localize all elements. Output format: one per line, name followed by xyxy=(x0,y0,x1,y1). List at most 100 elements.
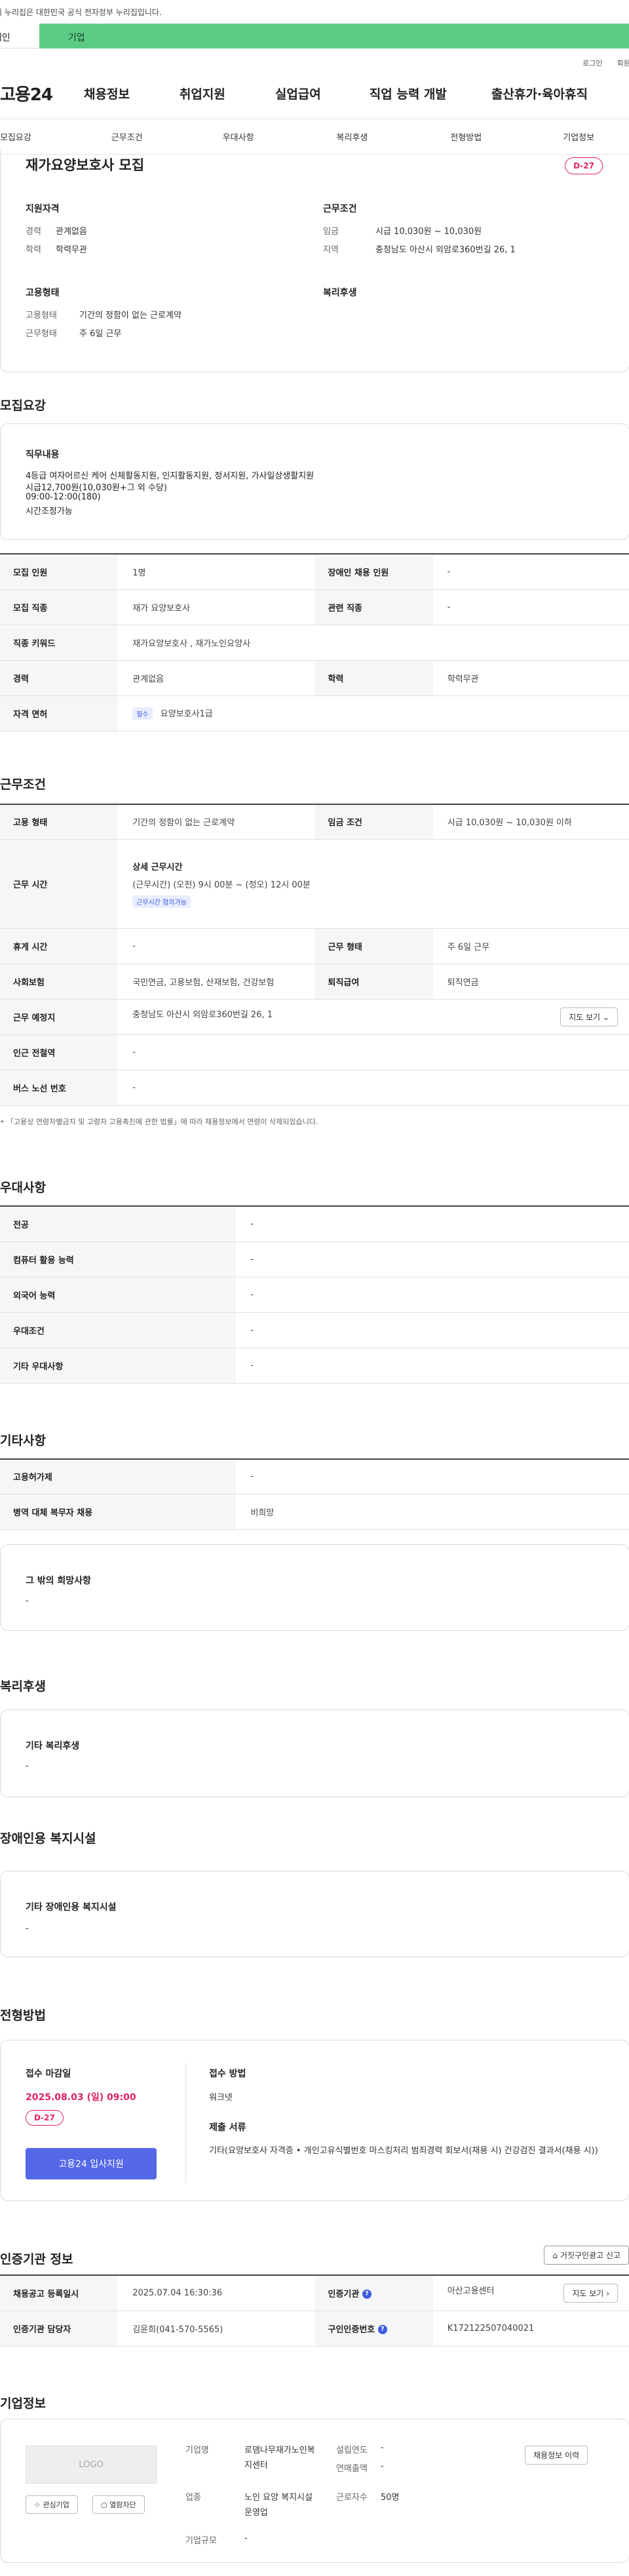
cell-label: 인증기관 담당자 xyxy=(0,2311,119,2347)
block-view-button[interactable]: ○ 열람차단 xyxy=(92,2495,145,2514)
agency-heading: 인증기관 정보 xyxy=(0,2252,73,2267)
cell-label: 버스 노선 번호 xyxy=(0,1070,119,1106)
cell-label: 컴퓨터 활용 능력 xyxy=(0,1241,237,1278)
table-row: 기타 우대사항 - xyxy=(0,1348,629,1384)
sales-value: - xyxy=(381,2461,384,2471)
cell-label: 경력 xyxy=(0,660,119,696)
subnav-selection[interactable]: 전형방법 xyxy=(450,130,482,143)
table-row: 인증기관 담당자 김윤희(041-570-5565) 구인인증번호 ? K172122… xyxy=(0,2311,629,2347)
subnav-preference[interactable]: 우대사항 xyxy=(223,130,254,143)
info-icon[interactable]: ? xyxy=(377,2325,387,2334)
recruit-table: 모집 인원 1명 장애인 채용 인원 - 모집 직종 재가 요양보호사 관련 직종 - 직종… xyxy=(0,553,629,732)
table-row: 휴게 시간 - 근무 형태 주 6일 근무 xyxy=(0,928,629,964)
nav-employment-support[interactable]: 취업지원 xyxy=(180,85,225,102)
cell-label: 자격 면허 xyxy=(0,695,119,732)
cell-value: 2025.07.04 16:30:36 xyxy=(118,2274,315,2311)
subnav-recruit[interactable]: 모집요강 xyxy=(0,130,31,143)
table-row: 컴퓨터 활용 능력 - xyxy=(0,1241,629,1278)
cell-value: 1명 xyxy=(118,553,315,590)
company-logo-text: LOGO xyxy=(79,2459,104,2470)
subnav-welfare[interactable]: 복리후생 xyxy=(337,130,368,143)
info-icon[interactable]: ? xyxy=(362,2290,372,2299)
conditions-table: 고용 형태 기간의 정함이 없는 근로계약 임금 조건 시급 10,030원 ~ 10… xyxy=(0,803,629,1106)
edu-value: 학력무관 xyxy=(56,245,87,255)
cell-value: 기간의 정함이 없는 근로계약 xyxy=(118,803,315,840)
table-row: 인근 전철역 - xyxy=(0,1034,629,1070)
pref-table: 전공 - 컴퓨터 활용 능력 - 외국어 능력 - 우대조건 - 기타 우대사항 - xyxy=(0,1205,629,1384)
history-button[interactable]: 채용정보 이력 xyxy=(525,2445,588,2465)
cell-value: - xyxy=(236,1458,629,1494)
cell-value: 비희망 xyxy=(236,1494,629,1530)
cell-label: 고용허가제 xyxy=(0,1458,237,1494)
fav-company-button[interactable]: ☆ 관심기업 xyxy=(26,2495,78,2514)
industry-value: 노인 요양 복지시설 운영업 xyxy=(244,2492,313,2518)
recruit-heading: 모집요강 xyxy=(0,399,46,413)
company-logo: LOGO xyxy=(26,2445,157,2484)
welfare-section-heading: 복리후생 xyxy=(0,1679,46,1694)
employees-label: 근로자수 xyxy=(336,2492,368,2503)
sales-label: 연매출액 xyxy=(336,2463,368,2474)
company-name-value: 로뎀나무재가노인복지센터 xyxy=(244,2445,315,2470)
subnav-company[interactable]: 기업정보 xyxy=(563,130,594,143)
selection-heading: 전형방법 xyxy=(0,2008,46,2023)
block-label: 열람차단 xyxy=(109,2500,136,2509)
duty-line-2: 시급12,700원(10,030원+그 외 수당) xyxy=(26,483,167,493)
cell-value: 재가 요양보호사 xyxy=(118,589,315,625)
cell-label: 임금 조건 xyxy=(314,803,433,840)
docs-label: 제출 서류 xyxy=(209,2122,246,2133)
user-type-tabs: 개인 기업 xyxy=(0,24,629,49)
tab-personal[interactable]: 개인 xyxy=(0,24,39,49)
other-wish-value: - xyxy=(26,1596,29,1606)
logo[interactable]: 고용24 xyxy=(0,81,84,106)
chevron-down-icon: ⌄ xyxy=(602,1013,609,1022)
org-cell: 아산고용센터 지도 보기 › xyxy=(432,2274,629,2311)
conditions-heading-wrap: 근무조건 xyxy=(0,732,629,804)
table-row: 근무 시간 상세 근무시간 (근무시간) (오전) 9시 00분 ~ (정오) … xyxy=(0,839,629,929)
map-button[interactable]: 지도 보기 ⌄ xyxy=(560,1007,618,1026)
nav-leave[interactable]: 출산휴가·육아휴직 xyxy=(491,85,588,102)
agency-map-button[interactable]: 지도 보기 › xyxy=(563,2283,618,2303)
no-label-cell: 구인인증번호 ? xyxy=(314,2311,433,2347)
cell-value: - xyxy=(118,1070,629,1106)
gov-notice-text: 이 누리집은 대한민국 공식 전자정부 누리집입니다. xyxy=(0,8,162,17)
tab-personal-label: 개인 xyxy=(0,33,10,43)
welfare-heading-wrap: 복리후생 xyxy=(0,1631,629,1709)
selection-divider xyxy=(185,2063,186,2183)
time-badge: 근무시간 협의가능 xyxy=(132,895,191,908)
star-icon: ☆ xyxy=(34,2500,41,2509)
cell-label: 근무 형태 xyxy=(314,928,433,964)
disabled-sub: 기타 장애인용 복지시설 xyxy=(26,1902,117,1913)
cell-label: 외국어 능력 xyxy=(0,1277,237,1313)
license-value: 요양보호사1급 xyxy=(160,709,213,719)
nav-training[interactable]: 직업 능력 개발 xyxy=(370,85,447,102)
deadline-dday: D-27 xyxy=(26,2110,64,2126)
work-type-value: 주 6일 근무 xyxy=(79,329,122,339)
tab-company[interactable]: 기업 xyxy=(39,24,629,49)
cell-label: 근무 시간 xyxy=(0,839,119,929)
cell-value: 김윤희(041-570-5565) xyxy=(118,2311,315,2347)
table-row: 경력 관계없음 학력 학력무관 xyxy=(0,660,629,696)
region-value: 충청남도 아산시 외암로360번길 26, 1 xyxy=(375,245,516,255)
home-icon: ⌂ xyxy=(552,2251,558,2260)
nav-unemployment[interactable]: 실업급여 xyxy=(275,85,321,102)
login-link[interactable]: 로그인 xyxy=(582,58,602,68)
welfare-card: 기타 복리후생 - xyxy=(0,1709,629,1797)
emp-type-value: 기간의 정함이 없는 근로계약 xyxy=(79,311,181,321)
job-title: 재가요양보호사 모집 xyxy=(26,157,145,173)
agency-heading-wrap: 인증기관 정보 ⌂ 거짓구인광고 신고 xyxy=(0,2201,629,2274)
company-heading-wrap: 기업정보 xyxy=(0,2347,629,2419)
license-cell: 필수 요양보호사1급 xyxy=(118,695,629,732)
disabled-heading-wrap: 장애인용 복지시설 xyxy=(0,1797,629,1871)
agency-map-label: 지도 보기 xyxy=(572,2288,604,2298)
join-link[interactable]: 회원가입 xyxy=(617,58,629,68)
nav-jobs[interactable]: 채용정보 xyxy=(84,85,130,102)
cell-label: 모집 인원 xyxy=(0,553,119,590)
cell-value: 관계없음 xyxy=(118,660,315,696)
duty-card: 직무내용 4등급 여자어르신 케어 신체활동지원, 인지활동지원, 정서지원, … xyxy=(0,423,629,540)
apply-button[interactable]: 고용24 입사지원 xyxy=(26,2148,157,2179)
time-value: (근무시간) (오전) 9시 00분 ~ (정오) 12시 00분 xyxy=(132,880,311,890)
subnav-conditions[interactable]: 근무조건 xyxy=(111,130,143,143)
welfare-sub: 기타 복리후생 xyxy=(26,1741,80,1751)
table-row: 고용 형태 기간의 정함이 없는 근로계약 임금 조건 시급 10,030원 ~ 10… xyxy=(0,803,629,840)
report-button[interactable]: ⌂ 거짓구인광고 신고 xyxy=(544,2246,629,2265)
